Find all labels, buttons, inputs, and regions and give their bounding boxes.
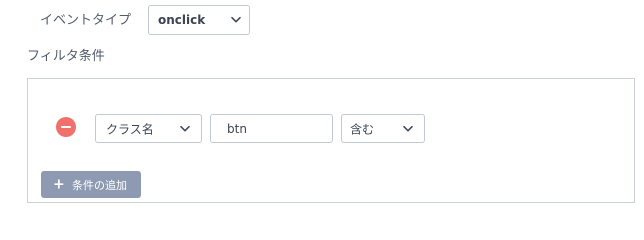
condition-operator-value: 含む [350,122,375,136]
minus-icon [61,126,71,128]
condition-operator-select[interactable]: 含む [341,114,425,143]
add-condition-button[interactable]: + 条件の追加 [41,171,141,198]
condition-field-value: クラス名 [106,122,154,136]
event-filter-panel: イベントタイプ onclick フィルタ条件 クラス名 含む + 条件の追加 [0,0,644,210]
plus-icon: + [53,176,65,193]
event-type-value: onclick [158,13,206,27]
chevron-down-icon [180,125,190,131]
chevron-down-icon [231,16,241,23]
chevron-down-icon [403,125,413,131]
filter-conditions-label: フィルタ条件 [27,49,105,64]
remove-condition-button[interactable] [56,117,76,137]
event-type-select[interactable]: onclick [148,5,250,35]
add-condition-label: 条件の追加 [72,178,127,192]
event-type-label: イベントタイプ [40,13,132,28]
condition-field-select[interactable]: クラス名 [95,114,202,143]
condition-value-input[interactable] [210,114,333,143]
